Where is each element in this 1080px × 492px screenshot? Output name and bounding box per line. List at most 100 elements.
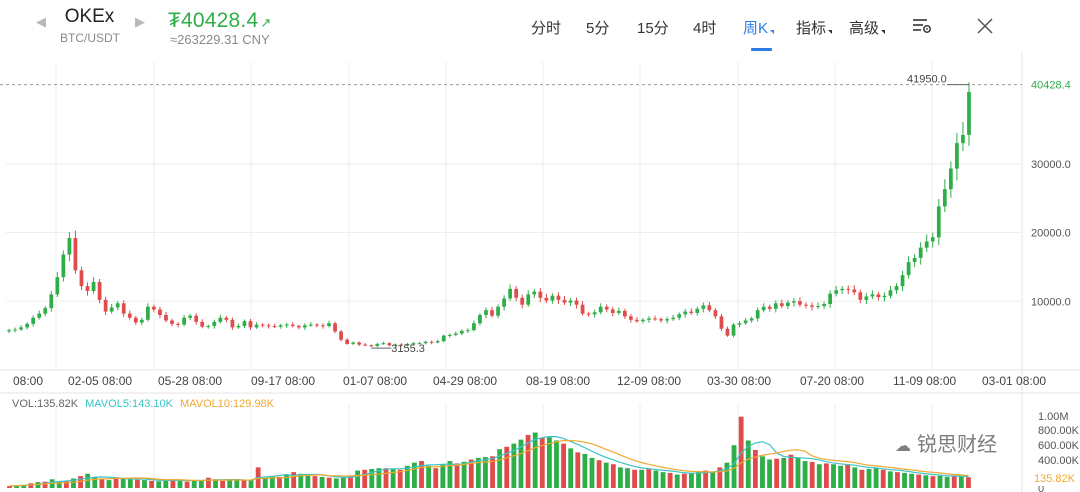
volume-bar xyxy=(809,461,815,488)
candle-body xyxy=(339,331,343,340)
candle-body xyxy=(248,321,253,328)
volume-bar xyxy=(639,469,645,488)
volume-bar xyxy=(937,475,943,488)
volume-tick-label: 1.00M xyxy=(1038,411,1069,423)
volume-bar xyxy=(752,449,758,488)
candle-body xyxy=(133,317,138,323)
candle-body xyxy=(200,321,205,327)
candle-body xyxy=(309,324,313,326)
candle-body xyxy=(37,313,42,318)
volume-bar xyxy=(930,476,936,488)
candle-body xyxy=(73,238,78,271)
candle-body xyxy=(351,342,356,344)
candle-body xyxy=(55,277,60,295)
volume-bar xyxy=(944,476,950,488)
candlestick-chart[interactable]: 10000.0 20000.0 30000.0 41950.0 40428.4 3155.… xyxy=(0,0,1080,492)
volume-bar xyxy=(127,479,133,488)
volume-bar xyxy=(823,463,829,488)
candle-body xyxy=(266,325,271,327)
candle-body xyxy=(103,299,108,312)
time-axis-label: 03-01 08:00 xyxy=(982,374,1046,388)
volume-bar xyxy=(248,480,254,488)
candle-body xyxy=(25,323,30,328)
candle-body xyxy=(85,286,90,291)
volume-bar xyxy=(277,476,282,488)
time-axis-label: 11-09 08:00 xyxy=(893,374,956,388)
candle-body xyxy=(864,296,869,300)
mavol5-value: MAVOL5:143.10K xyxy=(85,398,173,410)
candle-body xyxy=(604,306,609,310)
candle-body xyxy=(435,341,440,343)
candle-body xyxy=(659,319,663,321)
candle-body xyxy=(284,324,289,326)
candle-body xyxy=(465,330,470,332)
candle-body xyxy=(629,316,633,320)
volume-bar xyxy=(710,472,716,488)
candle-body xyxy=(858,292,863,300)
volume-bar xyxy=(305,475,311,488)
candle-body xyxy=(641,319,645,322)
candle-body xyxy=(816,306,820,308)
volume-bar xyxy=(617,467,623,488)
volume-bar xyxy=(646,468,652,488)
time-axis-label: 04-29 08:00 xyxy=(433,374,497,388)
candle-body xyxy=(127,313,132,318)
volume-bar xyxy=(28,483,34,488)
candle-series xyxy=(7,82,971,348)
volume-bar xyxy=(859,469,865,488)
candle-body xyxy=(755,310,760,319)
volume-bar xyxy=(909,473,915,488)
volume-bar xyxy=(958,476,964,488)
time-axis-label: 08:00 xyxy=(13,374,43,388)
candle-body xyxy=(562,299,567,303)
volume-bar xyxy=(816,464,822,488)
candle-body xyxy=(828,293,832,304)
candle-body xyxy=(490,310,494,316)
volume-bar xyxy=(142,480,147,488)
volume-bar xyxy=(220,480,226,488)
candle-body xyxy=(333,323,337,332)
candle-body xyxy=(574,300,579,305)
candle-body xyxy=(31,317,36,324)
candle-body xyxy=(146,306,150,320)
candle-body xyxy=(846,288,851,290)
candle-body xyxy=(792,301,796,303)
candle-body xyxy=(496,306,500,316)
volume-bar xyxy=(561,443,566,488)
volume-bar xyxy=(319,476,325,488)
volume-bar xyxy=(35,482,41,488)
volume-bar xyxy=(603,462,609,488)
volume-bar xyxy=(206,477,211,488)
candle-body xyxy=(749,318,754,321)
candle-body xyxy=(900,275,905,287)
candle-body xyxy=(176,323,180,325)
candle-body xyxy=(568,300,573,303)
candle-body xyxy=(942,189,947,207)
candle-body xyxy=(773,303,778,309)
candle-body xyxy=(158,309,162,315)
candle-body xyxy=(665,319,669,321)
volume-bar xyxy=(426,465,432,488)
candle-body xyxy=(586,313,591,315)
candle-body xyxy=(653,318,657,320)
candle-body xyxy=(610,309,615,313)
volume-bar xyxy=(546,437,552,488)
candle-body xyxy=(924,241,929,248)
time-axis-label: 02-05 08:00 xyxy=(68,374,132,388)
candle-body xyxy=(381,343,386,345)
current-price-label: 40428.4 xyxy=(1031,80,1071,92)
candle-body xyxy=(876,294,881,298)
candle-body xyxy=(912,257,917,263)
candle-body xyxy=(948,168,953,190)
candle-body xyxy=(139,319,144,323)
time-axis-label: 07-20 08:00 xyxy=(800,374,864,388)
volume-bar xyxy=(149,480,155,488)
volume-bar xyxy=(198,480,204,488)
candle-body xyxy=(961,134,965,144)
candle-body xyxy=(508,288,513,299)
volume-bar xyxy=(177,480,183,488)
candle-body xyxy=(290,324,295,326)
volume-bar xyxy=(433,468,439,488)
candle-body xyxy=(369,345,374,347)
volume-legend: VOL:135.82K MAVOL5:143.10K MAVOL10:129.9… xyxy=(12,398,278,410)
